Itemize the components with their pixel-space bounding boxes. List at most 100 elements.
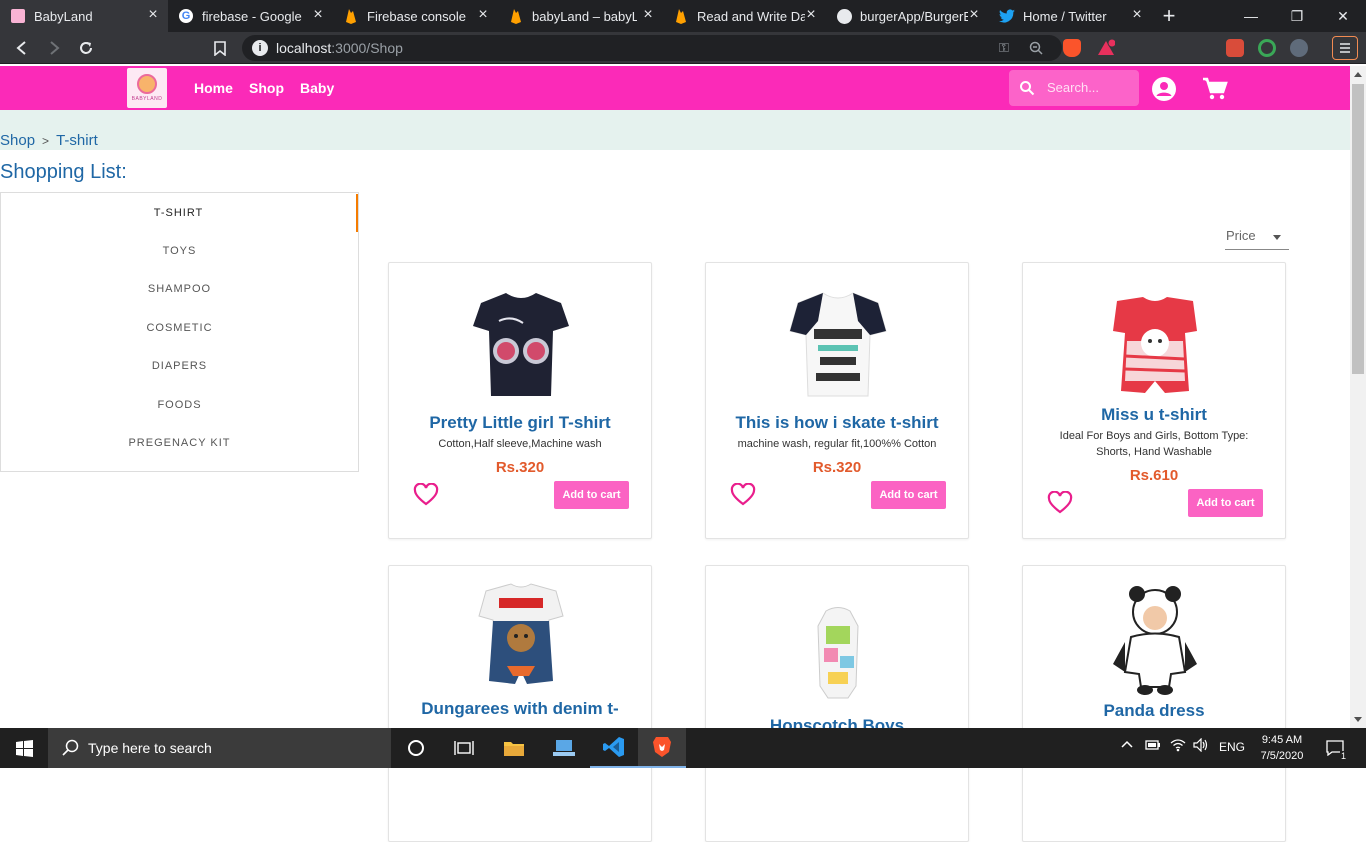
brave-browser-button[interactable] [638, 728, 686, 768]
page-scrollbar[interactable] [1350, 66, 1366, 728]
category-item-shampoo[interactable]: SHAMPOO [1, 270, 358, 308]
cortana-button[interactable] [392, 728, 440, 768]
product-title[interactable]: Panda dress [1023, 701, 1285, 721]
site-logo[interactable]: BABYLAND [127, 68, 167, 108]
product-card[interactable]: Pretty Little girl T-shirt Cotton,Half s… [388, 262, 652, 539]
close-icon[interactable]: × [474, 6, 492, 24]
heart-icon[interactable] [1047, 491, 1073, 515]
vscode-icon [603, 737, 624, 757]
nav-link-baby[interactable]: Baby [300, 80, 334, 96]
battery-icon[interactable] [1145, 739, 1161, 754]
nav-link-shop[interactable]: Shop [249, 80, 284, 96]
tray-chevron-icon[interactable] [1121, 738, 1133, 753]
windows-taskbar: Type here to search ENG 9:45 AM 7/5/2020… [0, 728, 1366, 768]
breadcrumb-shop-link[interactable]: Shop [0, 132, 35, 149]
close-icon[interactable]: × [309, 6, 327, 24]
add-to-cart-button[interactable]: Add to cart [554, 481, 629, 509]
browser-tab-bar: BabyLand × G firebase - Google Se × Fire… [0, 0, 1366, 32]
bookmark-button[interactable] [208, 36, 232, 60]
product-image [473, 293, 569, 396]
notification-center-button[interactable]: 1 [1315, 728, 1355, 768]
extension-icon[interactable] [1226, 39, 1244, 57]
menu-button[interactable] [1332, 36, 1358, 60]
language-indicator[interactable]: ENG [1219, 740, 1245, 754]
category-item-pregenacy-kit[interactable]: PREGENACY KIT [1, 424, 358, 462]
taskbar-search[interactable]: Type here to search [48, 728, 391, 768]
volume-icon[interactable] [1193, 737, 1209, 755]
extension-icon[interactable] [1290, 39, 1308, 57]
reload-button[interactable] [74, 36, 98, 60]
product-description: Ideal For Boys and Girls, Bottom Type: S… [1059, 430, 1249, 458]
breadcrumb-current[interactable]: T-shirt [56, 132, 98, 149]
tab-read-write-data[interactable]: Read and Write Data × [663, 0, 826, 32]
bookmark-icon [214, 40, 226, 56]
address-bar[interactable]: i localhost:3000/Shop ⚿ [242, 35, 1062, 61]
info-icon[interactable]: i [252, 40, 268, 56]
new-tab-button[interactable]: + [1157, 3, 1181, 28]
category-item-toys[interactable]: TOYS [1, 232, 358, 270]
account-icon[interactable] [1151, 76, 1177, 102]
tab-google-search[interactable]: G firebase - Google Se × [168, 0, 333, 32]
brave-shields-icon[interactable] [1063, 39, 1081, 57]
heart-icon[interactable] [413, 483, 439, 507]
category-item-diapers[interactable]: DIAPERS [1, 347, 358, 385]
forward-button[interactable] [42, 36, 66, 60]
wifi-icon[interactable] [1170, 738, 1186, 755]
key-icon[interactable]: ⚿ [996, 40, 1012, 56]
file-explorer-button[interactable] [490, 728, 538, 768]
brave-rewards-icon[interactable] [1097, 38, 1117, 57]
heart-icon[interactable] [730, 483, 756, 507]
tab-twitter[interactable]: Home / Twitter × [989, 0, 1152, 32]
search-input[interactable] [1045, 76, 1133, 98]
tab-firebase-console[interactable]: Firebase console × [333, 0, 498, 32]
minimize-button[interactable]: — [1228, 0, 1274, 32]
product-card[interactable]: Hopscotch Boys [705, 565, 969, 842]
product-price: Rs.610 [1129, 467, 1179, 484]
close-icon[interactable]: × [1128, 6, 1146, 24]
product-title[interactable]: This is how i skate t-shirt [706, 413, 968, 433]
search-box[interactable] [1009, 70, 1139, 106]
cart-icon[interactable] [1202, 76, 1228, 102]
nav-link-home[interactable]: Home [194, 80, 233, 96]
taskbar-clock[interactable]: 9:45 AM 7/5/2020 [1259, 732, 1305, 764]
product-card[interactable]: Dungarees with denim t- [388, 565, 652, 842]
scrollbar-thumb[interactable] [1352, 84, 1364, 374]
product-card[interactable]: Miss u t-shirt Ideal For Boys and Girls,… [1022, 262, 1286, 539]
vscode-button[interactable] [590, 728, 638, 768]
breadcrumb-bar: Shop > T-shirt [0, 110, 1350, 150]
close-icon[interactable]: × [802, 6, 820, 24]
product-card[interactable]: This is how i skate t-shirt machine wash… [705, 262, 969, 539]
task-view-icon [454, 741, 474, 755]
taskbar-app-button[interactable] [540, 728, 588, 768]
product-image [1113, 586, 1197, 695]
tab-burgerapp-github[interactable]: burgerApp/BurgerBu × [826, 0, 989, 32]
zoom-icon[interactable] [1028, 40, 1044, 56]
twitter-icon [999, 8, 1015, 24]
close-icon[interactable]: × [639, 6, 657, 24]
add-to-cart-button[interactable]: Add to cart [1188, 489, 1263, 517]
maximize-button[interactable]: ❐ [1274, 0, 1320, 32]
category-item-cosmetic[interactable]: COSMETIC [1, 309, 358, 347]
product-price: Rs.320 [812, 459, 862, 476]
extension-icon[interactable] [1258, 39, 1276, 57]
category-item-tshirt[interactable]: T-SHIRT [1, 194, 358, 232]
back-button[interactable] [10, 36, 34, 60]
product-card[interactable]: Panda dress [1022, 565, 1286, 842]
close-window-button[interactable]: ✕ [1320, 0, 1366, 32]
add-to-cart-button[interactable]: Add to cart [871, 481, 946, 509]
tab-babyland-firebase[interactable]: babyLand – babyLan × [498, 0, 663, 32]
start-button[interactable] [0, 728, 48, 768]
scroll-up-icon[interactable] [1354, 72, 1362, 77]
product-title[interactable]: Dungarees with denim t- [389, 699, 651, 719]
tab-babyland[interactable]: BabyLand × [0, 0, 168, 32]
product-image [817, 607, 859, 699]
product-title[interactable]: Miss u t-shirt [1023, 405, 1285, 425]
close-icon[interactable]: × [965, 6, 983, 24]
category-item-foods[interactable]: FOODS [1, 386, 358, 424]
close-icon[interactable]: × [144, 6, 162, 24]
sort-select[interactable]: Price [1225, 226, 1289, 250]
product-title[interactable]: Pretty Little girl T-shirt [389, 413, 651, 433]
task-view-button[interactable] [440, 728, 488, 768]
scroll-down-icon[interactable] [1354, 717, 1362, 722]
breadcrumb-separator: > [42, 134, 50, 148]
